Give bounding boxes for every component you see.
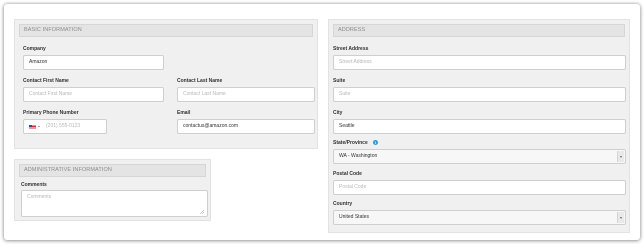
- first-name-input[interactable]: Contact First Name: [23, 87, 164, 102]
- company-input[interactable]: Amazon: [23, 55, 164, 70]
- last-name-label: Contact Last Name: [177, 78, 223, 84]
- comments-label: Comments: [21, 182, 47, 188]
- suite-label: Suite: [333, 78, 346, 84]
- city-label: City: [333, 110, 343, 116]
- administrative-information-panel: ADMINISTRATIVE INFORMATION Comments Comm…: [14, 159, 211, 221]
- info-icon[interactable]: i: [373, 140, 378, 145]
- form-window: BASIC INFORMATION Company Amazon Contact…: [4, 4, 640, 240]
- street-address-label: Street Address: [333, 46, 369, 52]
- chevron-down-icon: [38, 126, 40, 127]
- address-header: ADDRESS: [333, 24, 625, 37]
- state-label: State/Province: [333, 140, 368, 146]
- postal-code-label: Postal Code: [333, 171, 362, 177]
- street-address-input[interactable]: Street Address: [333, 55, 626, 70]
- address-panel: ADDRESS Street Address Street Address Su…: [328, 19, 630, 233]
- state-select-arrow[interactable]: [617, 151, 624, 162]
- country-select-arrow[interactable]: [617, 212, 624, 223]
- basic-information-header: BASIC INFORMATION: [19, 24, 313, 37]
- postal-code-input[interactable]: Postal Code: [333, 180, 626, 195]
- phone-input[interactable]: (201) 555-0123: [23, 119, 107, 134]
- resize-grip-icon[interactable]: [200, 210, 204, 214]
- us-flag-icon[interactable]: [29, 125, 36, 129]
- country-select[interactable]: United States: [333, 210, 626, 225]
- email-label: Email: [177, 110, 191, 116]
- administrative-information-header: ADMINISTRATIVE INFORMATION: [19, 164, 206, 177]
- suite-input[interactable]: Suite: [333, 87, 626, 102]
- city-input[interactable]: Seattle: [333, 119, 626, 134]
- email-input[interactable]: contactus@amazon.com: [177, 119, 315, 134]
- country-label: Country: [333, 201, 353, 207]
- first-name-label: Contact First Name: [23, 78, 69, 84]
- chevron-down-icon: [620, 216, 622, 219]
- basic-information-panel: BASIC INFORMATION Company Amazon Contact…: [14, 19, 318, 149]
- state-select[interactable]: WA - Washington: [333, 149, 626, 164]
- state-select-value: WA - Washington: [339, 153, 378, 159]
- company-label: Company: [23, 46, 46, 52]
- last-name-input[interactable]: Contact Last Name: [177, 87, 315, 102]
- phone-placeholder: (201) 555-0123: [46, 123, 81, 129]
- chevron-down-icon: [620, 155, 622, 158]
- comments-textarea[interactable]: Comments: [21, 190, 208, 217]
- country-select-value: United States: [339, 214, 370, 220]
- phone-label: Primary Phone Number: [23, 110, 79, 116]
